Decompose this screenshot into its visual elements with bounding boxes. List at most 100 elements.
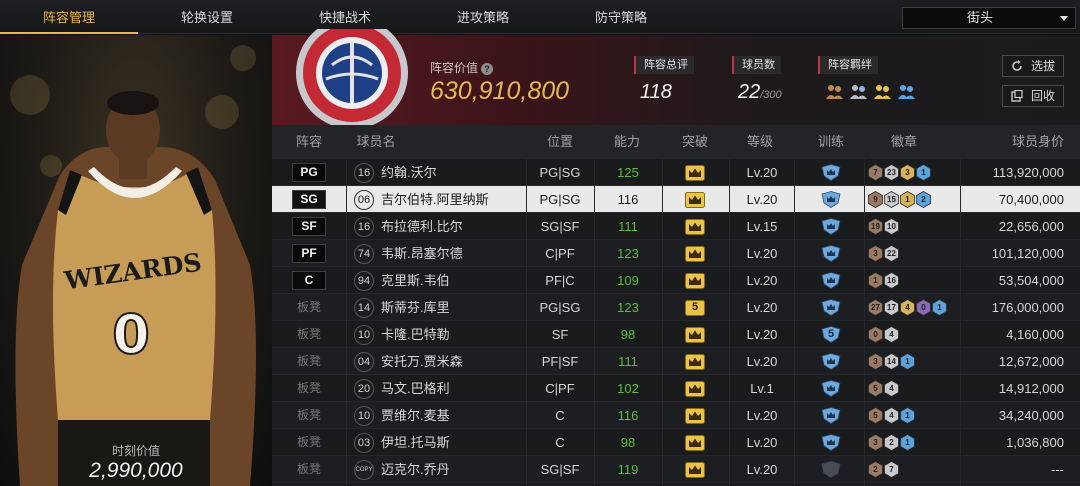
- help-icon[interactable]: ?: [481, 63, 494, 75]
- badge-list[interactable]: 19 10: [868, 218, 899, 235]
- table-row[interactable]: 板凳 COPY 迈克尔.乔丹 SG|SF 119 Lv.20 2 7 ---: [272, 456, 1080, 483]
- training-shield-icon[interactable]: [821, 434, 841, 451]
- badge-list[interactable]: 04: [868, 326, 899, 343]
- col-ability[interactable]: 能力: [605, 125, 649, 159]
- bond-people-icon[interactable]: [896, 83, 916, 101]
- player-ability: 98: [620, 435, 636, 450]
- training-shield-icon[interactable]: [821, 191, 841, 208]
- training-shield-icon[interactable]: [821, 407, 841, 424]
- select-button[interactable]: 选拔: [1002, 55, 1064, 77]
- col-position[interactable]: 位置: [538, 125, 582, 159]
- badge-list[interactable]: 5 4 1: [868, 407, 915, 424]
- table-row[interactable]: 板凳 14 斯蒂芬.库里 PG|SG 123 5 Lv.20 27 17 4 0 1 176,000,0…: [272, 294, 1080, 321]
- col-badges[interactable]: 徽章: [882, 125, 926, 159]
- col-player-name[interactable]: 球员名: [356, 125, 396, 159]
- badge-list[interactable]: 7 23 3 1: [868, 164, 931, 181]
- player-name[interactable]: 安托万.贾米森: [381, 348, 463, 375]
- badge-hex-icon: 7: [884, 461, 899, 478]
- player-ability: 111: [618, 219, 638, 234]
- jersey-number-badge: 04: [354, 352, 374, 372]
- tab-lineup[interactable]: 阵容管理: [0, 0, 138, 34]
- badge-hex-icon: 0: [868, 326, 883, 343]
- tab-offense[interactable]: 进攻策略: [414, 0, 552, 34]
- table-row[interactable]: 板凳 03 伊坦.托马斯 C 98 Lv.20 3 2 1 1,036,800: [272, 429, 1080, 456]
- table-row[interactable]: PF 74 韦斯.昂塞尔德 C|PF 123 Lv.20 3 22 101,120,000: [272, 240, 1080, 267]
- badge-hex-icon: 2: [884, 434, 899, 451]
- col-lineup[interactable]: 阵容: [292, 125, 326, 159]
- training-shield-icon[interactable]: [821, 353, 841, 370]
- bond-people-icon[interactable]: [848, 83, 868, 101]
- recycle-button[interactable]: 回收: [1002, 85, 1064, 107]
- bond-people-icon[interactable]: [872, 83, 892, 101]
- tab-rotation[interactable]: 轮换设置: [138, 0, 276, 34]
- training-shield-icon[interactable]: [821, 299, 841, 316]
- tab-defense[interactable]: 防守策略: [552, 0, 690, 34]
- breakthrough-crown-icon[interactable]: [685, 435, 705, 451]
- table-row[interactable]: 板凳 10 贾维尔.麦基 C 116 Lv.20 5 4 1 34,240,000: [272, 402, 1080, 429]
- breakthrough-crown-icon[interactable]: [685, 354, 705, 370]
- player-name[interactable]: 布拉德利.比尔: [381, 213, 463, 240]
- badge-count: 3: [873, 357, 878, 366]
- badge-list[interactable]: 3 22: [868, 245, 899, 262]
- training-shield-icon[interactable]: [821, 245, 841, 262]
- training-shield-icon[interactable]: [821, 461, 841, 478]
- col-breakthrough[interactable]: 突破: [673, 125, 717, 159]
- badge-count: 1: [905, 411, 910, 420]
- select-button-label: 选拔: [1031, 59, 1056, 73]
- badge-count: 7: [889, 465, 894, 474]
- table-row[interactable]: 板凳 20 马文.巴格利 C|PF 102 Lv.1 5 4 14,912,000: [272, 375, 1080, 402]
- training-shield-icon[interactable]: [821, 218, 841, 235]
- player-name[interactable]: 贾维尔.麦基: [381, 402, 450, 429]
- player-name[interactable]: 韦斯.昂塞尔德: [381, 240, 463, 267]
- player-name[interactable]: 约翰.沃尔: [381, 159, 437, 186]
- badge-list[interactable]: 27 17 4 0 1: [868, 299, 947, 316]
- lineup-summary: 阵容价值? 630,910,800 阵容总评 118 球员数 22/300 阵容…: [272, 29, 1080, 129]
- column-divider: [960, 159, 961, 486]
- badge-list[interactable]: 54: [868, 380, 899, 397]
- player-ability: 111: [618, 354, 638, 369]
- col-level[interactable]: 等级: [738, 125, 782, 159]
- badge-list[interactable]: 3 14 1: [868, 353, 915, 370]
- table-row[interactable]: C 94 克里斯.韦伯 PF|C 109 Lv.20 1 16 53,504,000: [272, 267, 1080, 294]
- player-name[interactable]: 斯蒂芬.库里: [381, 294, 450, 321]
- training-shield-icon[interactable]: [821, 380, 841, 397]
- breakthrough-crown-icon[interactable]: [685, 246, 705, 262]
- table-row[interactable]: SG 06 吉尔伯特.阿里纳斯 PG|SG 116 Lv.20 9 15 1 2 70,400,00…: [272, 186, 1080, 213]
- breakthrough-crown-icon[interactable]: [685, 192, 705, 208]
- training-shield-icon[interactable]: [821, 164, 841, 181]
- breakthrough-crown-icon[interactable]: [685, 462, 705, 478]
- player-name[interactable]: 伊坦.托马斯: [381, 429, 450, 456]
- breakthrough-crown-icon[interactable]: [685, 327, 705, 343]
- player-name[interactable]: 卡隆.巴特勒: [381, 321, 450, 348]
- training-shield-icon[interactable]: [821, 272, 841, 289]
- table-row[interactable]: 板凳 10 卡隆.巴特勒 SF 98 Lv.20 5 0 4 4,160,000: [272, 321, 1080, 348]
- player-name[interactable]: 克里斯.韦伯: [381, 267, 450, 294]
- player-portrait-panel[interactable]: WIZARDS 0 时刻价值 2,990,000: [0, 35, 272, 486]
- badge-count: 15: [887, 195, 896, 204]
- breakthrough-crown-icon[interactable]: [685, 219, 705, 235]
- col-salary[interactable]: 球员身价: [1002, 125, 1074, 159]
- table-row[interactable]: PG 16 约翰.沃尔 PG|SG 125 Lv.20 7 23 3 1 113,920,000: [272, 159, 1080, 186]
- table-row[interactable]: SF 16 布拉德利.比尔 SG|SF 111 Lv.15 19 10 22,656,000: [272, 213, 1080, 240]
- col-training[interactable]: 训练: [809, 125, 853, 159]
- badge-list[interactable]: 9 15 1 2: [868, 191, 931, 208]
- mode-dropdown[interactable]: 街头: [902, 7, 1076, 29]
- player-name[interactable]: 吉尔伯特.阿里纳斯: [381, 186, 489, 213]
- breakthrough-crown-icon[interactable]: [685, 381, 705, 397]
- breakthrough-crown-icon[interactable]: [685, 165, 705, 181]
- bond-people-icon[interactable]: [824, 83, 844, 101]
- player-ability: 123: [617, 246, 639, 261]
- badge-list[interactable]: 27: [868, 461, 899, 478]
- badge-count: 9: [873, 195, 878, 204]
- breakthrough-crown-icon[interactable]: [685, 273, 705, 289]
- table-row[interactable]: 板凳 04 安托万.贾米森 PF|SF 111 Lv.20 3 14 1 12,672,000: [272, 348, 1080, 375]
- player-ability: 125: [617, 165, 639, 180]
- player-name[interactable]: 马文.巴格利: [381, 375, 450, 402]
- bond-icons[interactable]: [824, 83, 916, 101]
- player-name[interactable]: 迈克尔.乔丹: [381, 456, 450, 483]
- breakthrough-crown-icon[interactable]: [685, 408, 705, 424]
- badge-list[interactable]: 1 16: [868, 272, 899, 289]
- player-position: SG|SF: [540, 462, 580, 477]
- badge-list[interactable]: 3 2 1: [868, 434, 915, 451]
- slot-badge: SF: [292, 217, 326, 236]
